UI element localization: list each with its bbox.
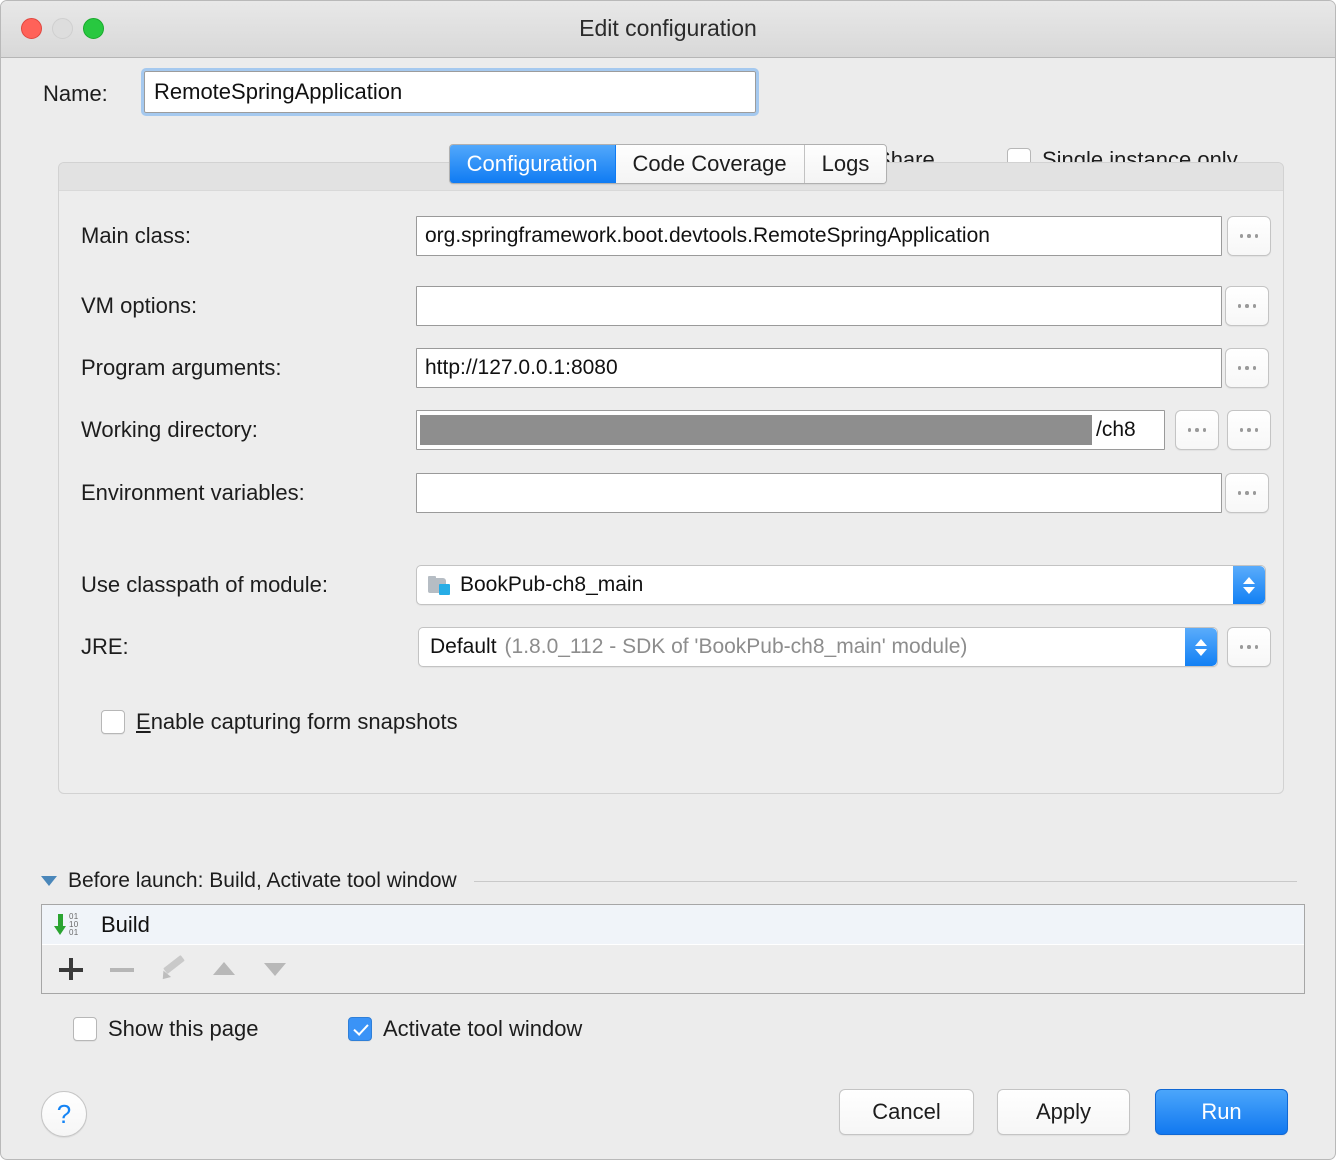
jre-label: JRE: bbox=[81, 634, 129, 659]
before-launch-header: Before launch: Build, Activate tool wind… bbox=[41, 867, 1297, 895]
tab-code-coverage[interactable]: Code Coverage bbox=[615, 145, 805, 183]
form-snapshots-checkbox[interactable]: Enable capturing form snapshots bbox=[101, 709, 458, 735]
jre-browse-button[interactable] bbox=[1227, 627, 1271, 667]
help-button[interactable]: ? bbox=[41, 1091, 87, 1137]
environment-variables-input[interactable] bbox=[416, 473, 1222, 513]
show-this-page-checkbox-box[interactable] bbox=[73, 1017, 97, 1041]
vm-options-input[interactable] bbox=[416, 286, 1222, 326]
activate-tool-window-checkbox[interactable]: Activate tool window bbox=[348, 1016, 582, 1042]
form-snapshots-mnemonic: E bbox=[136, 709, 151, 734]
form-snapshots-checkbox-label: Enable capturing form snapshots bbox=[136, 709, 458, 735]
working-directory-input[interactable]: /ch8 bbox=[416, 410, 1165, 450]
working-directory-suffix: /ch8 bbox=[1096, 418, 1136, 441]
program-arguments-input[interactable]: http://127.0.0.1:8080 bbox=[416, 348, 1222, 388]
move-up-icon bbox=[209, 955, 239, 983]
module-select-stepper[interactable] bbox=[1233, 566, 1265, 604]
name-input[interactable] bbox=[141, 68, 759, 116]
name-label: Name: bbox=[43, 81, 108, 106]
run-button[interactable]: Run bbox=[1155, 1089, 1288, 1135]
build-icon-bits-2: 01 bbox=[69, 927, 79, 937]
main-class-input[interactable]: org.springframework.boot.devtools.Remote… bbox=[416, 216, 1222, 256]
edit-pencil-icon bbox=[158, 954, 188, 983]
add-icon[interactable] bbox=[56, 955, 86, 983]
edit-configuration-dialog: Edit configuration Name: Share Single in… bbox=[0, 0, 1336, 1160]
cancel-button[interactable]: Cancel bbox=[839, 1089, 974, 1135]
jre-select-stepper[interactable] bbox=[1185, 628, 1217, 666]
environment-variables-label: Environment variables: bbox=[81, 480, 305, 505]
before-launch-list: 01 10 01 Build bbox=[41, 904, 1305, 994]
show-this-page-checkbox[interactable]: Show this page bbox=[73, 1016, 258, 1042]
list-item[interactable]: 01 10 01 Build bbox=[42, 905, 1304, 945]
apply-button[interactable]: Apply bbox=[997, 1089, 1130, 1135]
remove-icon bbox=[107, 955, 137, 983]
jre-select-detail: (1.8.0_112 - SDK of 'BookPub-ch8_main' m… bbox=[504, 635, 968, 658]
tab-logs[interactable]: Logs bbox=[804, 145, 887, 183]
module-select[interactable]: BookPub-ch8_main bbox=[416, 565, 1266, 605]
form-snapshots-checkbox-box[interactable] bbox=[101, 710, 125, 734]
jre-select[interactable]: Default (1.8.0_112 - SDK of 'BookPub-ch8… bbox=[418, 627, 1218, 667]
module-label: Use classpath of module: bbox=[81, 572, 329, 597]
module-select-value: BookPub-ch8_main bbox=[460, 573, 644, 596]
move-down-icon bbox=[260, 955, 290, 983]
name-row: Name: Share Single instance only bbox=[1, 67, 1335, 172]
chevron-up-icon bbox=[1195, 638, 1207, 646]
module-icon bbox=[428, 575, 450, 595]
program-arguments-browse-button[interactable] bbox=[1225, 348, 1269, 388]
program-arguments-label: Program arguments: bbox=[81, 355, 282, 380]
working-directory-browse-button[interactable] bbox=[1175, 410, 1219, 450]
before-launch-separator bbox=[473, 880, 1297, 882]
activate-tool-window-label: Activate tool window bbox=[383, 1016, 583, 1041]
form-snapshots-label-rest: nable capturing form snapshots bbox=[150, 709, 458, 734]
main-class-browse-button[interactable] bbox=[1227, 216, 1271, 256]
before-launch-toolbar bbox=[42, 945, 1304, 993]
chevron-down-icon bbox=[1195, 648, 1207, 656]
environment-variables-browse-button[interactable] bbox=[1225, 473, 1269, 513]
before-launch-title: Before launch: Build, Activate tool wind… bbox=[68, 869, 457, 892]
jre-select-value: Default bbox=[430, 635, 497, 658]
tab-configuration[interactable]: Configuration bbox=[449, 145, 616, 183]
working-directory-macro-button[interactable] bbox=[1227, 410, 1271, 450]
list-item-label: Build bbox=[101, 911, 150, 937]
window-titlebar: Edit configuration bbox=[1, 1, 1335, 58]
tab-bar: Configuration Code Coverage Logs bbox=[1, 144, 1335, 184]
window-title: Edit configuration bbox=[579, 15, 757, 41]
configuration-panel: Main class: org.springframework.boot.dev… bbox=[58, 162, 1284, 794]
build-icon: 01 10 01 bbox=[52, 912, 92, 938]
activate-tool-window-checkbox-box[interactable] bbox=[348, 1017, 372, 1041]
chevron-down-icon bbox=[1243, 586, 1255, 594]
working-directory-redacted-path bbox=[420, 415, 1092, 445]
disclosure-triangle-icon[interactable] bbox=[41, 876, 57, 886]
show-this-page-label: Show this page bbox=[108, 1016, 259, 1041]
main-class-label: Main class: bbox=[81, 223, 192, 248]
vm-options-label: VM options: bbox=[81, 293, 198, 318]
tab-group: Configuration Code Coverage Logs bbox=[448, 144, 888, 184]
working-directory-label: Working directory: bbox=[81, 417, 258, 442]
chevron-up-icon bbox=[1243, 576, 1255, 584]
vm-options-browse-button[interactable] bbox=[1225, 286, 1269, 326]
